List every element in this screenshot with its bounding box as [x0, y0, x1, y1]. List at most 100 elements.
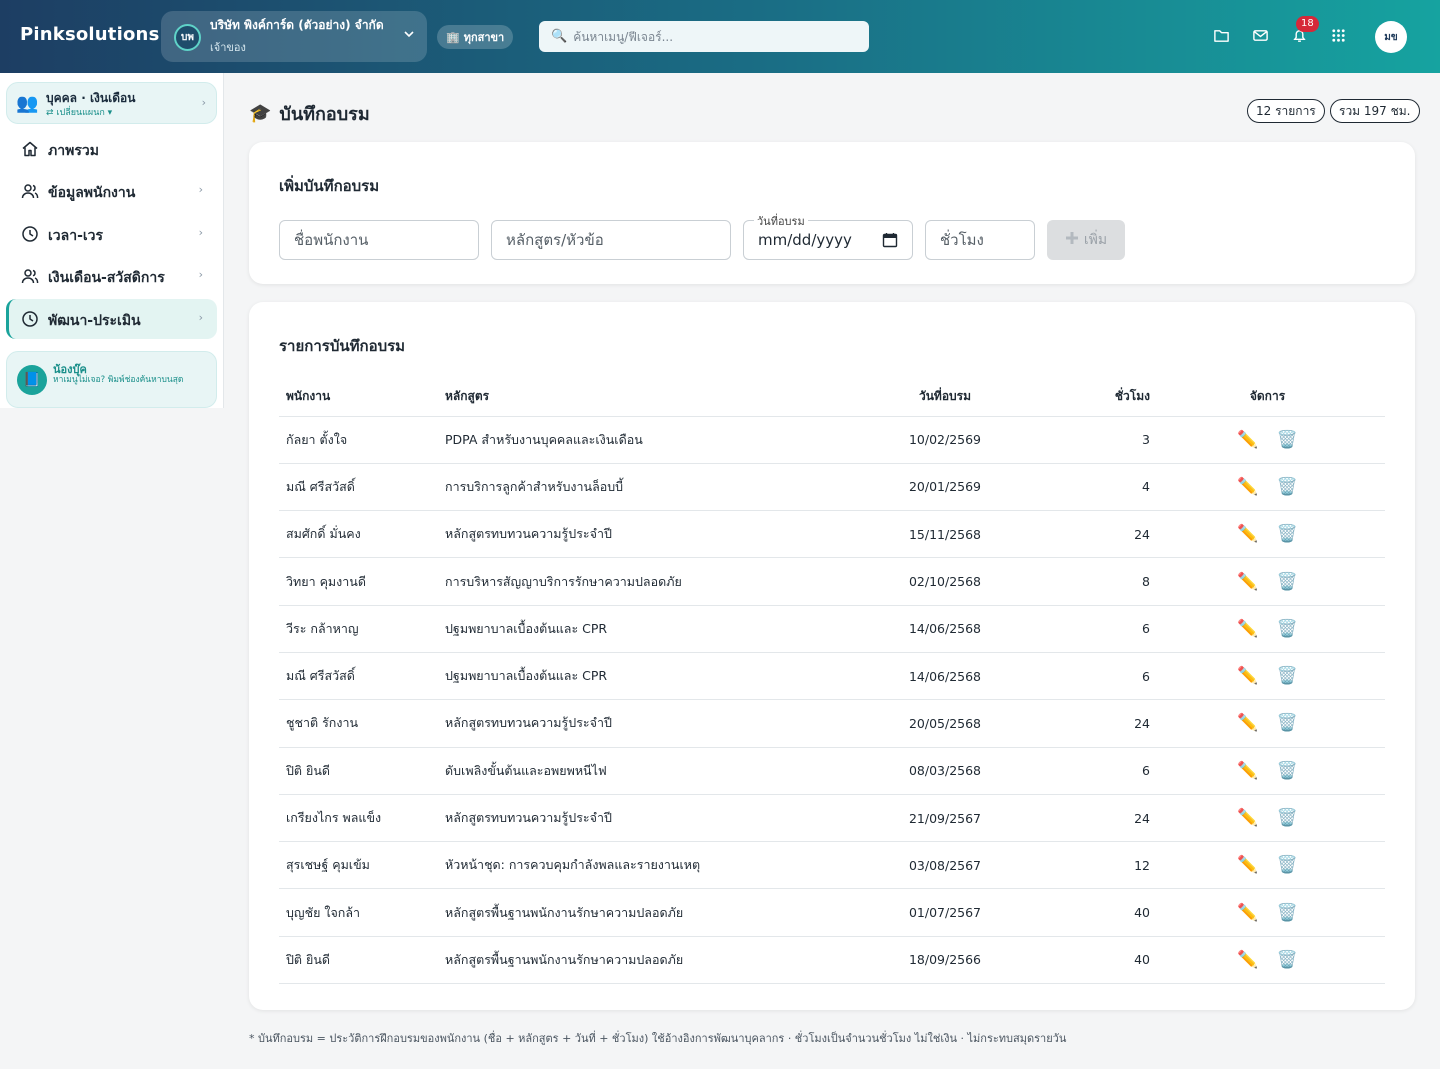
course-cell: หลักสูตรทบทวนความรู้ประจำปี	[445, 510, 855, 559]
trash-icon[interactable]: 🗑️	[1277, 524, 1298, 544]
pencil-icon[interactable]: ✏️	[1237, 950, 1258, 970]
calendar-icon[interactable]	[882, 232, 898, 248]
users-icon	[21, 267, 39, 285]
add-button-label: เพิ่ม	[1083, 232, 1108, 248]
apps-grid-icon[interactable]	[1329, 26, 1348, 45]
column-header-employee[interactable]: พนักงาน	[279, 378, 445, 417]
table-row[interactable]: สมศักดิ์ มั่นคง หลักสูตรทบทวนความรู้ประจำ…	[279, 510, 1385, 559]
bell-icon[interactable]: 18	[1290, 16, 1319, 45]
trash-icon[interactable]: 🗑️	[1277, 855, 1298, 875]
search-icon: 🔍	[551, 29, 568, 44]
pencil-icon[interactable]: ✏️	[1237, 855, 1258, 875]
module-switcher[interactable]: 👥 บุคคล · เงินเดือน ⇄ เปลี่ยนแผนก ▾ ›	[6, 82, 217, 124]
actions-cell: ✏️ 🗑️	[1150, 888, 1385, 937]
notification-badge: 18	[1296, 16, 1319, 32]
module-switch-link[interactable]: ⇄ เปลี่ยนแผนก ▾	[46, 105, 112, 119]
employee-name-input[interactable]	[280, 221, 478, 259]
chevron-right-icon: ›	[198, 311, 203, 324]
building-icon: 🏢	[446, 30, 460, 44]
trash-icon[interactable]: 🗑️	[1277, 761, 1298, 781]
employee-cell: ปิติ ยินดี	[279, 747, 445, 795]
actions-cell: ✏️ 🗑️	[1150, 510, 1385, 559]
column-header-course[interactable]: หลักสูตร	[445, 378, 855, 417]
pencil-icon[interactable]: ✏️	[1237, 713, 1258, 733]
company-switcher[interactable]: บพ บริษัท พิงค์การ์ด (ตัวอย่าง) จำกัด เจ…	[161, 11, 427, 62]
pencil-icon[interactable]: ✏️	[1237, 572, 1258, 592]
brand-logo[interactable]: Pinksolutions	[20, 24, 159, 45]
employee-cell: มณี ศรีสวัสดิ์	[279, 652, 445, 701]
trash-icon[interactable]: 🗑️	[1277, 477, 1298, 497]
branch-filter[interactable]: 🏢 ทุกสาขา	[437, 25, 514, 49]
table-row[interactable]: กัลยา ตั้งใจ PDPA สำหรับงานบุคคลและเงินเด…	[279, 416, 1385, 464]
date-input[interactable]: mm/dd/yyyy	[758, 231, 852, 249]
date-cell: 14/06/2568	[855, 605, 1035, 653]
employee-cell: ชูชาติ รักงาน	[279, 699, 445, 748]
trash-icon[interactable]: 🗑️	[1277, 430, 1298, 450]
search-box[interactable]: 🔍	[539, 21, 869, 52]
pencil-icon[interactable]: ✏️	[1237, 477, 1258, 497]
user-avatar[interactable]: มข	[1375, 21, 1407, 53]
table-row[interactable]: วิทยา คุมงานดี การบริหารสัญญาบริการรักษาค…	[279, 557, 1385, 606]
hours-input[interactable]	[926, 221, 1034, 259]
sidebar-item-payroll-benefits[interactable]: เงินเดือน-สวัสดิการ ›	[6, 256, 217, 296]
pencil-icon[interactable]: ✏️	[1237, 524, 1258, 544]
date-cell: 01/07/2567	[855, 888, 1035, 937]
trash-icon[interactable]: 🗑️	[1277, 666, 1298, 686]
table-row[interactable]: มณี ศรีสวัสดิ์ การบริการลูกค้าสำหรับงานล็…	[279, 463, 1385, 512]
trash-icon[interactable]: 🗑️	[1277, 619, 1298, 639]
column-header-date[interactable]: วันที่อบรม	[855, 378, 1035, 417]
table-row[interactable]: เกรียงไกร พลแข็ง หลักสูตรทบทวนความรู้ประจ…	[279, 794, 1385, 843]
sidebar-item-time-shift[interactable]: เวลา-เวร ›	[6, 214, 217, 254]
folder-icon[interactable]	[1212, 26, 1231, 45]
pencil-icon[interactable]: ✏️	[1237, 761, 1258, 781]
sidebar-item-employees[interactable]: ข้อมูลพนักงาน ›	[6, 171, 217, 211]
employee-field[interactable]	[279, 220, 479, 260]
trash-icon[interactable]: 🗑️	[1277, 808, 1298, 828]
pencil-icon[interactable]: ✏️	[1237, 430, 1258, 450]
hours-cell: 6	[1035, 652, 1150, 701]
actions-cell: ✏️ 🗑️	[1150, 463, 1385, 512]
hours-field[interactable]	[925, 220, 1035, 260]
trash-icon[interactable]: 🗑️	[1277, 572, 1298, 592]
table-row[interactable]: ปิติ ยินดี หลักสูตรพื้นฐานพนักงานรักษาควา…	[279, 936, 1385, 985]
employee-cell: วิทยา คุมงานดี	[279, 557, 445, 606]
assistant-helper[interactable]: 📘 น้องบุ๊ค หาเมนูไม่เจอ? พิมพ์ช่องค้นหาบ…	[6, 351, 217, 408]
course-input[interactable]	[492, 221, 730, 259]
course-cell: หลักสูตรทบทวนความรู้ประจำปี	[445, 794, 855, 843]
sidebar-item-overview[interactable]: ภาพรวม	[6, 129, 217, 169]
course-cell: ปฐมพยาบาลเบื้องต้นและ CPR	[445, 605, 855, 653]
course-cell: ปฐมพยาบาลเบื้องต้นและ CPR	[445, 652, 855, 701]
pencil-icon[interactable]: ✏️	[1237, 903, 1258, 923]
hours-cell: 8	[1035, 557, 1150, 606]
actions-cell: ✏️ 🗑️	[1150, 936, 1385, 985]
clock-icon	[21, 310, 39, 328]
table-row[interactable]: วีระ กล้าหาญ ปฐมพยาบาลเบื้องต้นและ CPR 14/…	[279, 605, 1385, 653]
clock-icon	[21, 225, 39, 243]
training-date-field[interactable]: วันที่อบรม mm/dd/yyyy	[743, 212, 913, 260]
sidebar-item-development[interactable]: พัฒนา-ประเมิน ›	[6, 299, 217, 339]
pencil-icon[interactable]: ✏️	[1237, 666, 1258, 686]
page-title: 🎓 บันทึกอบรม	[249, 99, 370, 128]
course-field[interactable]	[491, 220, 731, 260]
hours-cell: 40	[1035, 936, 1150, 985]
column-header-hours[interactable]: ชั่วโมง	[1035, 378, 1150, 417]
actions-cell: ✏️ 🗑️	[1150, 605, 1385, 653]
trash-icon[interactable]: 🗑️	[1277, 713, 1298, 733]
sidebar: 👥 บุคคล · เงินเดือน ⇄ เปลี่ยนแผนก ▾ › ภา…	[0, 73, 224, 408]
hours-cell: 3	[1035, 416, 1150, 464]
course-cell: หลักสูตรพื้นฐานพนักงานรักษาความปลอดภัย	[445, 936, 855, 985]
trash-icon[interactable]: 🗑️	[1277, 903, 1298, 923]
add-training-card: เพิ่มบันทึกอบรม วันที่อบรม mm/dd/yyyy เพ…	[249, 142, 1415, 284]
search-input[interactable]	[573, 29, 864, 44]
trash-icon[interactable]: 🗑️	[1277, 950, 1298, 970]
actions-cell: ✏️ 🗑️	[1150, 652, 1385, 701]
add-button[interactable]: เพิ่ม	[1047, 220, 1125, 260]
pencil-icon[interactable]: ✏️	[1237, 619, 1258, 639]
table-row[interactable]: ชูชาติ รักงาน หลักสูตรทบทวนความรู้ประจำปี…	[279, 699, 1385, 748]
mail-icon[interactable]	[1251, 26, 1270, 45]
table-row[interactable]: บุญชัย ใจกล้า หลักสูตรพื้นฐานพนักงานรักษา…	[279, 888, 1385, 937]
table-row[interactable]: สุรเชษฐ์ คุมเข้ม หัวหน้าชุด: การควบคุมกำล…	[279, 841, 1385, 890]
table-row[interactable]: ปิติ ยินดี ดับเพลิงขั้นต้นและอพยพหนีไฟ 08/…	[279, 747, 1385, 795]
pencil-icon[interactable]: ✏️	[1237, 808, 1258, 828]
table-row[interactable]: มณี ศรีสวัสดิ์ ปฐมพยาบาลเบื้องต้นและ CPR 1…	[279, 652, 1385, 701]
